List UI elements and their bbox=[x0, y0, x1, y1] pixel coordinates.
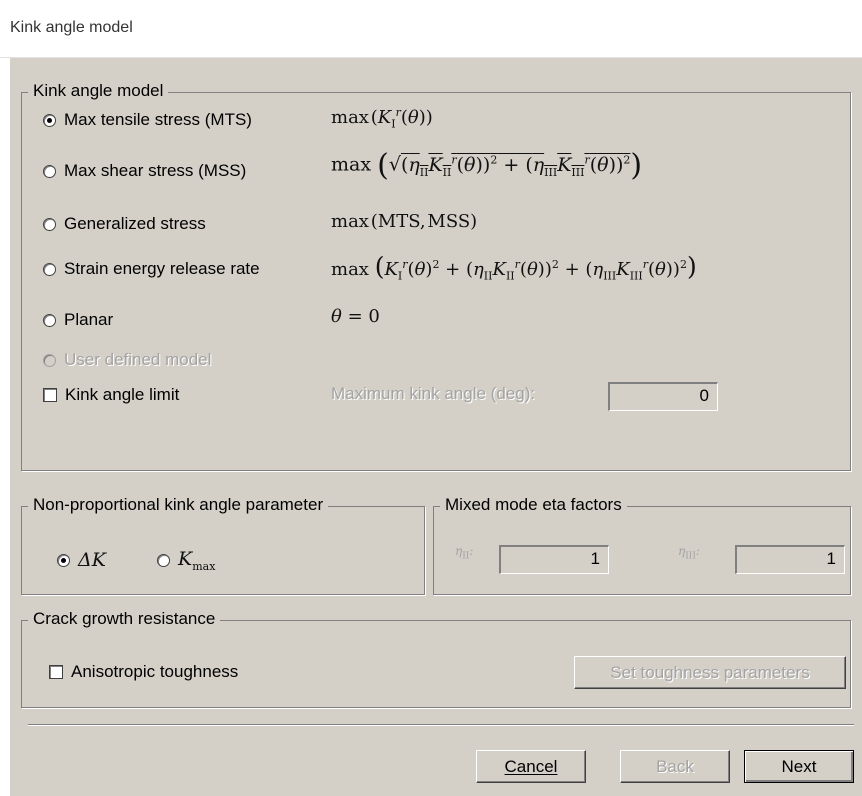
title-bar: Kink angle model bbox=[0, 0, 862, 58]
eta-ii-label: ηII: bbox=[455, 544, 474, 562]
next-button[interactable]: Next bbox=[744, 750, 854, 783]
radio-serr-label: Strain energy release rate bbox=[64, 259, 260, 278]
max-kink-angle-label: Maximum kink angle (deg): bbox=[331, 384, 536, 403]
cancel-button[interactable]: Cancel bbox=[476, 750, 586, 783]
formula-generalized: max (MTS, MSS) bbox=[331, 211, 478, 232]
crack-growth-group-label: Crack growth resistance bbox=[28, 608, 221, 630]
max-kink-angle-field[interactable]: 0 bbox=[608, 382, 718, 411]
radio-mts[interactable]: Max tensile stress (MTS) bbox=[43, 106, 252, 134]
radio-delta-k[interactable]: ΔK bbox=[57, 546, 106, 574]
anisotropic-toughness-box[interactable] bbox=[49, 665, 63, 679]
radio-user-defined-label: User defined model bbox=[64, 350, 212, 369]
kink-angle-model-group: Kink angle model Max tensile stress (MTS… bbox=[21, 80, 851, 471]
eta-factors-group: Mixed mode eta factors ηII: 1 ηIII: 1 bbox=[433, 494, 851, 595]
formula-planar: θ = 0 bbox=[331, 306, 380, 327]
anisotropic-toughness-label: Anisotropic toughness bbox=[71, 662, 239, 681]
back-button[interactable]: Back bbox=[620, 750, 730, 783]
formula-mss: max (√(ηIIKIIr(θ))2 + (ηIIIKIIIr(θ))2) bbox=[331, 148, 643, 183]
kink-angle-limit-box[interactable] bbox=[43, 388, 57, 402]
radio-k-max-label: Kmax bbox=[178, 547, 216, 573]
non-proportional-group: Non-proportional kink angle parameter ΔK… bbox=[21, 494, 425, 595]
non-proportional-group-label: Non-proportional kink angle parameter bbox=[28, 494, 329, 516]
kink-angle-model-group-label: Kink angle model bbox=[28, 80, 169, 102]
cancel-button-label: Cancel bbox=[504, 756, 558, 776]
radio-serr-circle[interactable] bbox=[43, 262, 56, 276]
radio-k-max[interactable]: Kmax bbox=[157, 546, 215, 574]
radio-delta-k-label: ΔK bbox=[78, 549, 106, 571]
eta-ii-field[interactable]: 1 bbox=[499, 545, 609, 574]
radio-mss-circle[interactable] bbox=[43, 164, 56, 178]
window-title: Kink angle model bbox=[10, 19, 133, 36]
radio-k-max-circle[interactable] bbox=[157, 553, 170, 567]
radio-mss[interactable]: Max shear stress (MSS) bbox=[43, 157, 246, 185]
dialog-body: Kink angle model Max tensile stress (MTS… bbox=[10, 58, 862, 796]
radio-serr[interactable]: Strain energy release rate bbox=[43, 255, 260, 283]
next-button-label: Next bbox=[781, 756, 817, 776]
eta-iii-field[interactable]: 1 bbox=[735, 545, 845, 574]
radio-planar-label: Planar bbox=[64, 310, 114, 329]
radio-mss-label: Max shear stress (MSS) bbox=[64, 161, 247, 180]
set-toughness-button[interactable]: Set toughness parameters bbox=[574, 656, 846, 689]
radio-user-defined-circle[interactable] bbox=[43, 353, 56, 367]
radio-generalized-label: Generalized stress bbox=[64, 214, 206, 233]
crack-growth-group: Crack growth resistance Anisotropic toug… bbox=[21, 608, 851, 708]
formula-serr: max (KIr(θ)2 + (ηIIKIIr(θ))2 + (ηIIIKIII… bbox=[331, 252, 697, 283]
radio-planar[interactable]: Planar bbox=[43, 306, 113, 334]
back-button-label: Back bbox=[656, 756, 694, 776]
radio-user-defined[interactable]: User defined model bbox=[43, 346, 211, 374]
radio-mts-label: Max tensile stress (MTS) bbox=[64, 110, 252, 129]
kink-angle-limit-checkbox[interactable]: Kink angle limit bbox=[43, 381, 179, 409]
eta-iii-label: ηIII: bbox=[678, 544, 700, 562]
footer-separator bbox=[28, 724, 854, 726]
anisotropic-toughness-checkbox[interactable]: Anisotropic toughness bbox=[49, 658, 238, 686]
kink-angle-limit-label: Kink angle limit bbox=[65, 385, 180, 404]
eta-factors-group-label: Mixed mode eta factors bbox=[440, 494, 627, 516]
radio-generalized-circle[interactable] bbox=[43, 217, 56, 231]
formula-mts: max (KIr(θ)) bbox=[331, 106, 433, 131]
radio-delta-k-circle[interactable] bbox=[57, 553, 70, 567]
radio-planar-circle[interactable] bbox=[43, 313, 56, 327]
radio-generalized[interactable]: Generalized stress bbox=[43, 210, 206, 238]
radio-mts-circle[interactable] bbox=[43, 113, 56, 127]
